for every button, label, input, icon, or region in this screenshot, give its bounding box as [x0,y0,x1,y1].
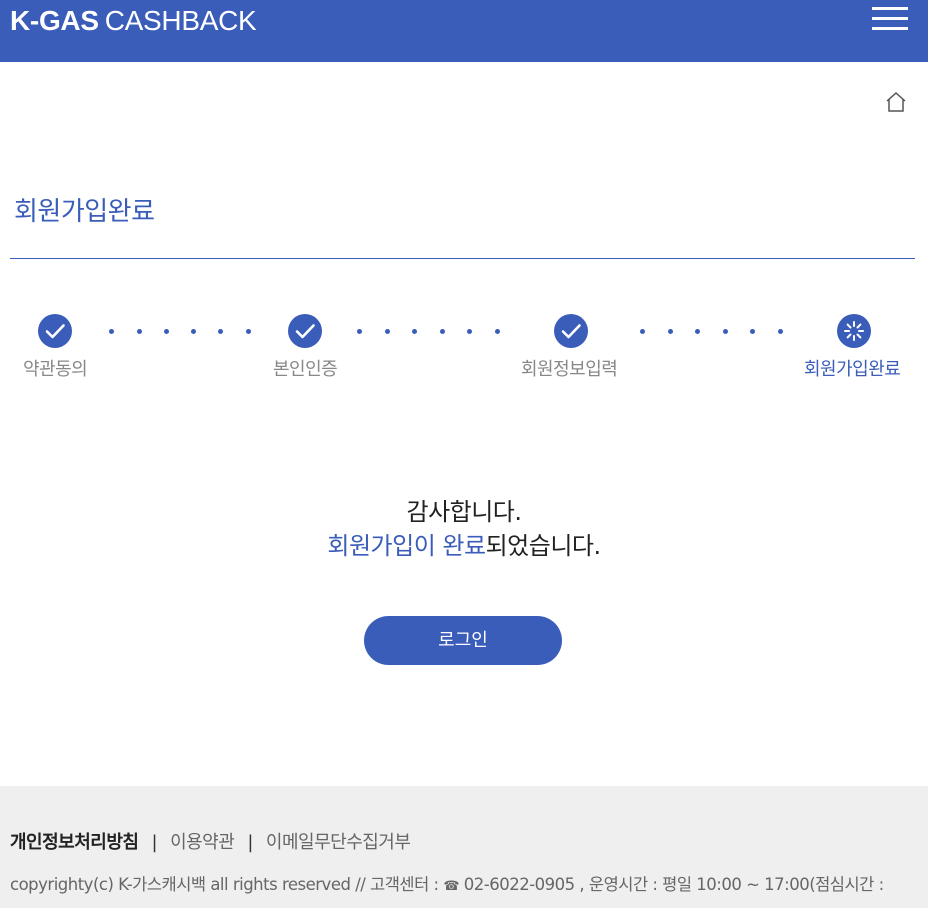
login-button[interactable]: 로그인 [364,616,562,665]
footer-separator: | [151,832,158,853]
step-connector-dot [750,329,755,334]
step-connector-dot [385,329,390,334]
step-connector-dot [412,329,417,334]
check-circle-icon [38,314,72,348]
step-connector-dot [723,329,728,334]
step-label-complete: 회원가입완료 [804,359,901,380]
home-icon[interactable] [884,91,908,113]
completion-message: 회원가입이 완료되었습니다. [0,530,928,562]
terms-link[interactable]: 이용약관 [170,832,235,853]
completion-highlight: 회원가입이 완료 [327,532,486,560]
step-connector-dot [495,329,500,334]
step-connector-dot [778,329,783,334]
step-connector-dot [357,329,362,334]
step-connector-dot [246,329,251,334]
step-label-member-info: 회원정보입력 [521,359,618,380]
step-label-terms: 약관동의 [23,359,88,380]
footer-separator: | [247,832,253,853]
email-refusal-link[interactable]: 이메일무단수집거부 [266,832,411,853]
step-connector-dot [640,329,645,334]
step-connector-dot [191,329,196,334]
footer-links: 개인정보처리방침 | 이용약관 | 이메일무단수집거부 [10,830,411,856]
step-connector-dot [164,329,169,334]
logo-text-light: CASHBACK [104,5,257,36]
phone-icon: ☎ [443,879,460,894]
completion-rest: 되었습니다. [485,532,602,560]
step-connector-dot [440,329,445,334]
title-divider [10,258,915,259]
copyright-prefix: copyrighty(c) K-가스캐시백 all rights reserve… [10,875,439,894]
step-connector-dot [109,329,114,334]
step-connector-dot [467,329,472,334]
step-label-identity: 본인인증 [273,359,338,380]
check-circle-icon [554,314,588,348]
loading-spinner-icon [837,314,871,348]
hamburger-menu-icon[interactable] [868,4,912,34]
copyright-text: copyrighty(c) K-가스캐시백 all rights reserve… [10,873,925,899]
top-header-bar: K-GAS CASHBACK [0,0,928,62]
page-title: 회원가입완료 [14,197,155,227]
brand-logo[interactable]: K-GAS CASHBACK [10,3,257,39]
step-connector-dot [695,329,700,334]
step-connector-dot [668,329,673,334]
logo-text-bold: K-GAS [10,5,99,36]
step-connector-dot [137,329,142,334]
copyright-suffix: 02-6022-0905 , 운영시간 : 평일 10:00 ~ 17:00(점… [463,875,884,894]
check-circle-icon [288,314,322,348]
privacy-policy-link[interactable]: 개인정보처리방침 [10,832,139,853]
step-connector-dot [218,329,223,334]
thanks-message: 감사합니다. [406,498,522,526]
